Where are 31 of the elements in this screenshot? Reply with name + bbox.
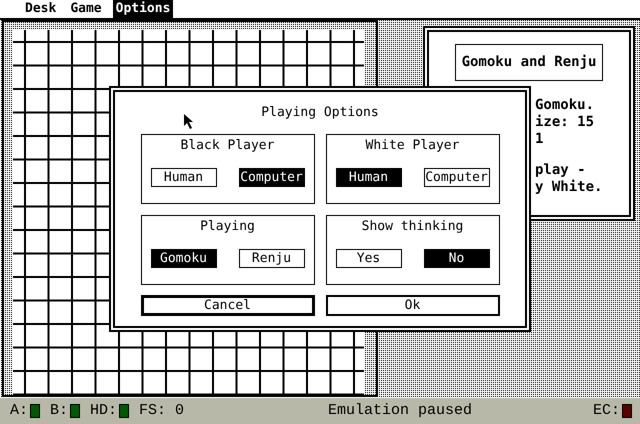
group-title: Show thinking <box>362 218 464 236</box>
group-title: White Player <box>366 137 460 155</box>
group-title: Black Player <box>180 137 274 155</box>
info-text: y White. <box>535 179 604 196</box>
status-message: Emulation paused <box>328 400 472 421</box>
drive-label: B: <box>50 400 68 421</box>
dialog-button[interactable]: Ok <box>326 295 500 316</box>
group-title: Playing <box>200 218 255 236</box>
option-button[interactable]: Yes <box>336 249 402 268</box>
info-text: Gomoku. <box>535 97 596 114</box>
info-title: Gomoku and Renju <box>454 44 604 81</box>
menu-item[interactable]: Desk <box>22 0 60 18</box>
info-text: 1 <box>535 131 544 148</box>
option-button[interactable]: Human <box>150 168 216 187</box>
option-button[interactable]: Computer <box>424 168 490 187</box>
info-text: ize: 15 <box>535 114 596 131</box>
pointer-icon <box>184 114 194 129</box>
info-text: play - <box>535 162 587 179</box>
menu-item[interactable]: Options <box>112 0 174 18</box>
drive-label: HD: <box>90 400 118 421</box>
menu-item[interactable]: Game <box>67 0 105 18</box>
fs-label: FS: 0 <box>139 400 184 421</box>
option-button[interactable]: Gomoku <box>150 249 216 268</box>
indicator-label: EC: <box>592 400 620 421</box>
option-button[interactable]: Computer <box>238 168 304 187</box>
drive-label: A: <box>10 400 28 421</box>
option-button[interactable]: Renju <box>238 249 304 268</box>
option-button[interactable]: Human <box>336 168 402 187</box>
dialog-button[interactable]: Cancel <box>140 295 314 316</box>
dialog-title: Playing Options <box>261 104 379 122</box>
option-button[interactable]: No <box>424 249 490 268</box>
